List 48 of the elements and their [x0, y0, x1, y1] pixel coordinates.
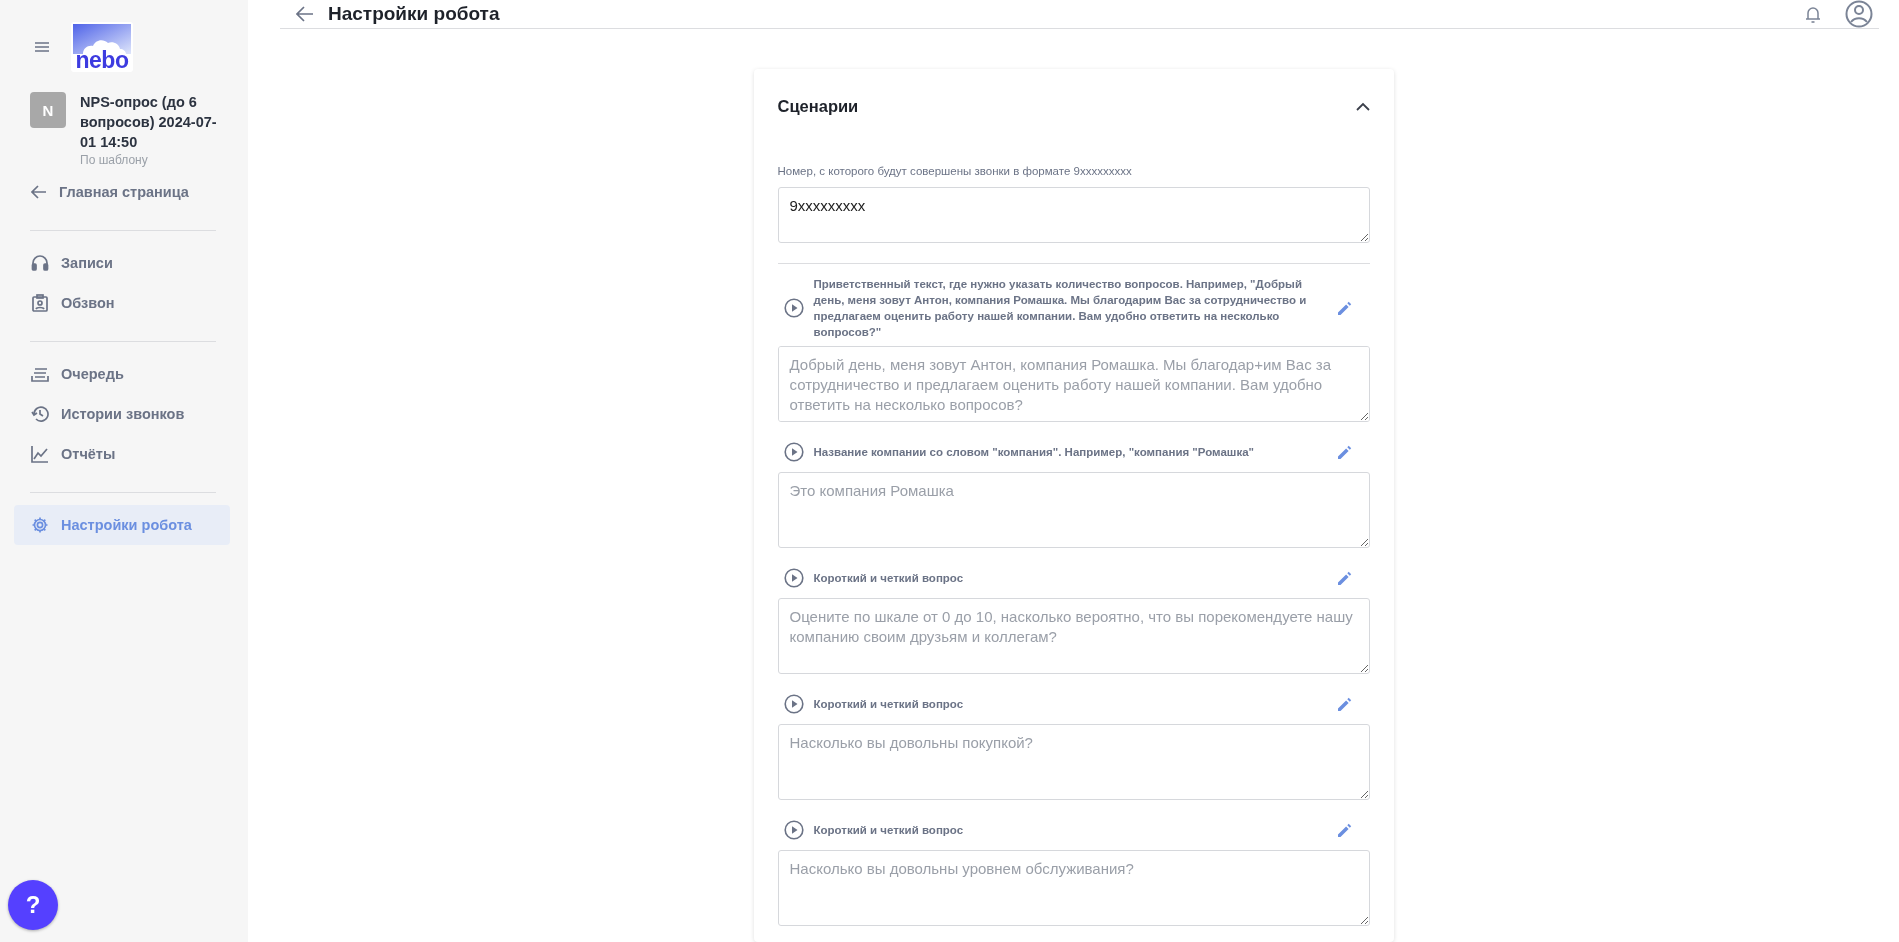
- prompt-label: Короткий и четкий вопрос: [813, 697, 965, 712]
- nav-item[interactable]: Обзвон: [14, 283, 230, 323]
- play-icon[interactable]: [783, 568, 804, 588]
- prompt-input-field[interactable]: Насколько вы довольны уровнем обслуживания?: [777, 850, 1370, 926]
- play-icon[interactable]: [783, 298, 804, 318]
- back-link[interactable]: Главная страница: [14, 172, 230, 212]
- chevron-icon[interactable]: [1355, 101, 1370, 111]
- nav-item[interactable]: Записи: [14, 243, 230, 283]
- field-label: Номер, с которого будут совершены звонки в формате 9xxxxxxxxx: [777, 165, 1133, 177]
- nav-item[interactable]: Очередь: [14, 354, 230, 394]
- project-avatar: N: [30, 92, 66, 128]
- help-button[interactable]: ?: [8, 880, 58, 930]
- stack-icon: [31, 365, 49, 383]
- menu-icon[interactable]: [35, 42, 49, 52]
- nav-item[interactable]: Настройки робота: [14, 505, 230, 545]
- back-arrow-icon[interactable]: [296, 6, 314, 22]
- prompt-input-field[interactable]: Это компания Ромашка: [777, 472, 1370, 548]
- page-title: Настройки робота: [328, 3, 500, 25]
- nav-item[interactable]: Истории звонков: [14, 394, 230, 434]
- logo: nebo: [71, 22, 133, 72]
- edit-pencil-icon[interactable]: [1336, 696, 1352, 712]
- edit-pencil-icon[interactable]: [1336, 822, 1352, 838]
- prompt-label: Короткий и четкий вопрос: [813, 571, 965, 586]
- chart-icon: [31, 445, 49, 463]
- section-title: Сценарии: [777, 96, 859, 116]
- notification-bell-icon[interactable]: [1805, 4, 1821, 24]
- arrow-left-icon: [31, 185, 47, 199]
- project-subtitle: По шаблону: [80, 152, 149, 168]
- gear-icon: [31, 516, 49, 534]
- edit-pencil-icon[interactable]: [1336, 444, 1352, 460]
- prompt-label: Короткий и четкий вопрос: [813, 823, 965, 838]
- play-icon[interactable]: [783, 820, 804, 840]
- account-icon[interactable]: [1845, 0, 1873, 28]
- play-icon[interactable]: [783, 694, 804, 714]
- prompt-input-field[interactable]: Добрый день, меня зовут Антон, компания Ромашка. Мы благодар+им Вас за сотрудничество и предлагаем оценить работу нашей компании. Вам удобно ответить на несколько вопросов?: [777, 346, 1370, 422]
- play-icon[interactable]: [783, 442, 804, 462]
- history-icon: [31, 405, 49, 423]
- prompt-input-field[interactable]: Насколько вы довольны покупкой?: [777, 724, 1370, 800]
- clipboard-icon: [31, 294, 49, 312]
- prompt-label: Приветственный текст, где нужно указать количество вопросов. Например, "Добрый день, меня зовут Антон, компания Ромашка. Мы благодарим Вас за сотрудничество и предлагаем оценить работу нашей компании. Вам удобно ответить на несколько вопросов?": [813, 277, 1308, 340]
- headphones-icon: [31, 254, 49, 272]
- project-name: NPS-опрос (до 6 вопросов) 2024-07-01 14:50: [80, 93, 218, 152]
- edit-pencil-icon[interactable]: [1336, 570, 1352, 586]
- edit-pencil-icon[interactable]: [1336, 300, 1352, 316]
- phone-input-field[interactable]: 9xxxxxxxxx: [777, 187, 1370, 243]
- nav-item[interactable]: Отчёты: [14, 434, 230, 474]
- prompt-label: Название компании со словом "компания". Например, "компания "Ромашка": [813, 445, 1256, 460]
- prompt-input-field[interactable]: Оцените по шкале от 0 до 10, насколько вероятно, что вы порекомендуете нашу компанию своим друзьям и коллегам?: [777, 598, 1370, 674]
